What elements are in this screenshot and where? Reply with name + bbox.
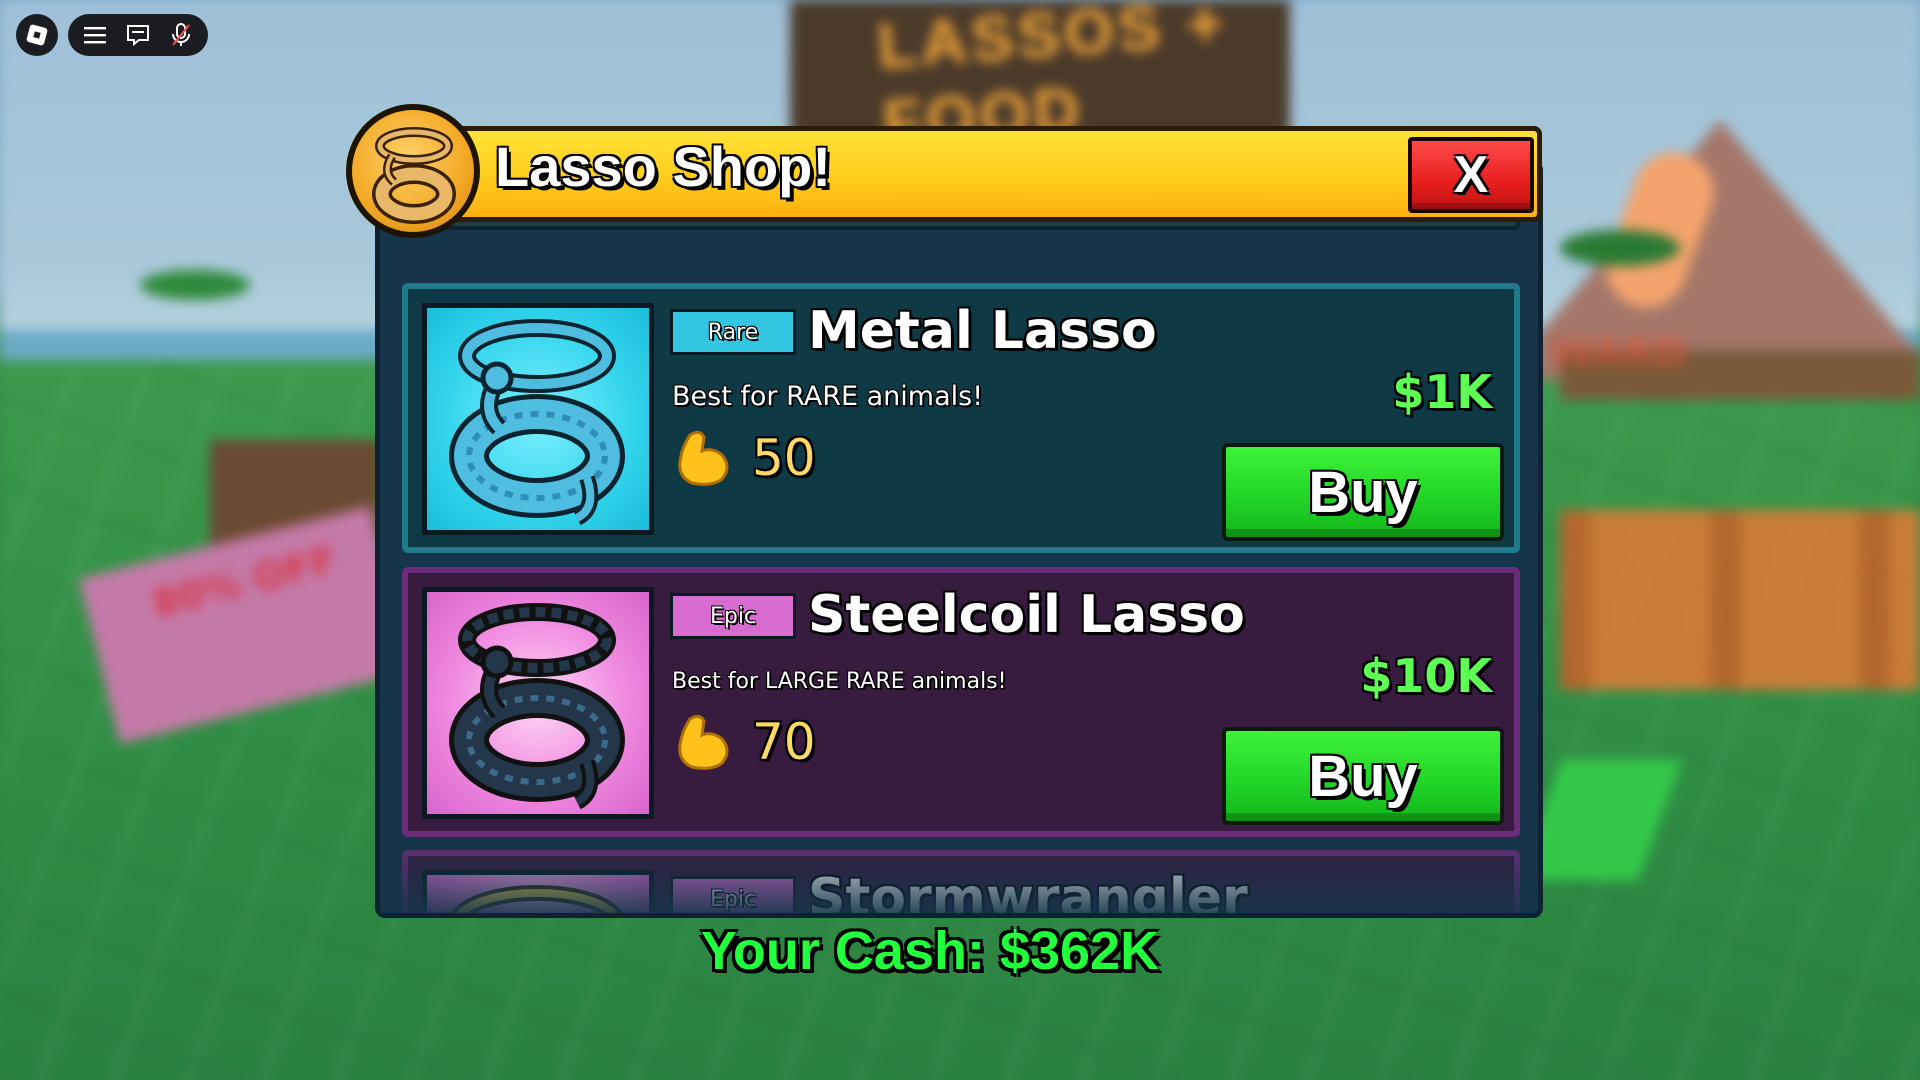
strength-stat: 50 — [672, 427, 816, 489]
flexed-bicep-icon — [678, 714, 729, 770]
lasso-icon — [449, 319, 625, 526]
lasso-icon — [449, 603, 625, 810]
chat-icon[interactable] — [124, 21, 152, 49]
buy-button-label: Buy — [1308, 743, 1418, 809]
shop-panel[interactable]: Rare Metal Lasso Best for RARE animals! … — [375, 160, 1543, 918]
shop-item-stormwrangler: Epic Stormwrangler — [402, 850, 1520, 918]
item-description: Best for RARE animals! — [672, 381, 984, 412]
shop-title: Lasso Shop! — [495, 135, 832, 198]
shop-item-metal-lasso: Rare Metal Lasso Best for RARE animals! … — [402, 283, 1520, 553]
item-price: $10K — [1360, 649, 1492, 703]
roblox-logo-icon[interactable] — [16, 14, 58, 56]
flexed-bicep-icon — [678, 430, 729, 486]
cash-display: Your Cash: $362K — [700, 921, 1160, 981]
rarity-badge: Epic — [670, 876, 796, 913]
item-price: $1K — [1392, 365, 1492, 419]
item-name: Steelcoil Lasso — [808, 585, 1245, 645]
buy-button-label: Buy — [1308, 459, 1418, 525]
item-name: Metal Lasso — [808, 301, 1157, 361]
rarity-badge: Rare — [670, 309, 796, 355]
item-name: Stormwrangler — [808, 868, 1248, 918]
lasso-icon — [346, 104, 480, 238]
item-thumbnail — [422, 303, 654, 535]
fence — [1560, 510, 1920, 690]
rarity-badge: Epic — [670, 593, 796, 639]
close-button[interactable]: X — [1408, 137, 1534, 213]
roblox-topbar — [68, 14, 208, 56]
menu-icon[interactable] — [81, 21, 109, 49]
strength-value: 70 — [752, 713, 816, 771]
close-button-label: X — [1453, 146, 1489, 204]
buy-button[interactable]: Buy — [1222, 727, 1504, 825]
strength-value: 50 — [752, 429, 816, 487]
buy-button[interactable]: Buy — [1222, 443, 1504, 541]
strength-stat: 70 — [672, 711, 816, 773]
shop-item-steelcoil-lasso: Epic Steelcoil Lasso Best for LARGE RARE… — [402, 567, 1520, 837]
item-thumbnail — [422, 587, 654, 819]
item-thumbnail — [422, 870, 654, 913]
lasso-icon — [451, 885, 623, 913]
item-description: Best for LARGE RARE animals! — [672, 669, 1007, 694]
microphone-icon[interactable] — [167, 21, 195, 49]
